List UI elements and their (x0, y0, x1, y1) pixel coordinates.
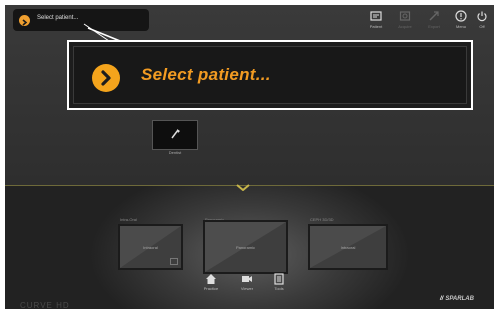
export-button-label: Export (428, 24, 440, 29)
menu-button[interactable]: Menu (450, 10, 472, 38)
company-logo: //SPARLAB (440, 296, 474, 302)
select-patient-callout: Select patient... (67, 40, 473, 110)
practice-button-label: Practice (203, 286, 219, 291)
chevron-right-icon (19, 15, 30, 26)
power-button-label: Off (479, 24, 485, 29)
patient-button-label: Patient (369, 24, 383, 29)
menu-button-label: Menu (455, 24, 466, 29)
slot-text: Panoramic (235, 245, 256, 250)
home-icon (206, 274, 216, 284)
slot-header: CEPH 3D/3D (310, 217, 334, 222)
product-logo: CURVE HD (20, 301, 70, 309)
slot-header: Intra-Oral (120, 217, 137, 222)
camera-icon (242, 276, 252, 282)
patient-button[interactable]: Patient (365, 10, 387, 38)
viewer-button[interactable]: Viewer (236, 273, 258, 295)
company-name: SPARLAB (445, 296, 474, 302)
ceph-slot[interactable]: Intraoral (308, 224, 388, 270)
viewer-button-label: Viewer (240, 286, 254, 291)
dentist-label: Dentist (168, 150, 182, 155)
menu-icon (455, 10, 467, 22)
patient-card-icon (370, 11, 382, 21)
select-patient-button[interactable]: Select patient... (13, 9, 149, 31)
tools-icon (274, 273, 284, 285)
power-button[interactable]: Off (471, 10, 493, 38)
select-patient-label: Select patient... (37, 15, 79, 21)
dentist-tile[interactable] (152, 120, 198, 150)
export-button[interactable]: Export (423, 10, 445, 38)
tools-button-label: Tools (274, 286, 284, 291)
chevron-down-icon[interactable] (236, 184, 250, 191)
chevron-right-icon (92, 64, 120, 92)
acquire-icon (399, 11, 411, 21)
power-icon (477, 11, 487, 22)
tooth-icon (171, 129, 180, 139)
intraoral-slot[interactable]: Intraoral (118, 224, 183, 270)
expand-icon[interactable] (170, 258, 178, 265)
export-icon (429, 11, 439, 21)
practice-button[interactable]: Practice (200, 273, 222, 295)
callout-inner: Select patient... (73, 46, 467, 104)
callout-text: Select patient... (141, 65, 271, 84)
slot-text: Intraoral (340, 245, 356, 250)
tools-button[interactable]: Tools (268, 273, 290, 295)
panoramic-slot[interactable]: Panoramic (203, 220, 288, 274)
brand-mark-icon: // (440, 296, 444, 302)
slot-text: Intraoral (143, 245, 158, 250)
acquire-button[interactable]: Acquire (394, 10, 416, 38)
acquire-button-label: Acquire (398, 24, 412, 29)
